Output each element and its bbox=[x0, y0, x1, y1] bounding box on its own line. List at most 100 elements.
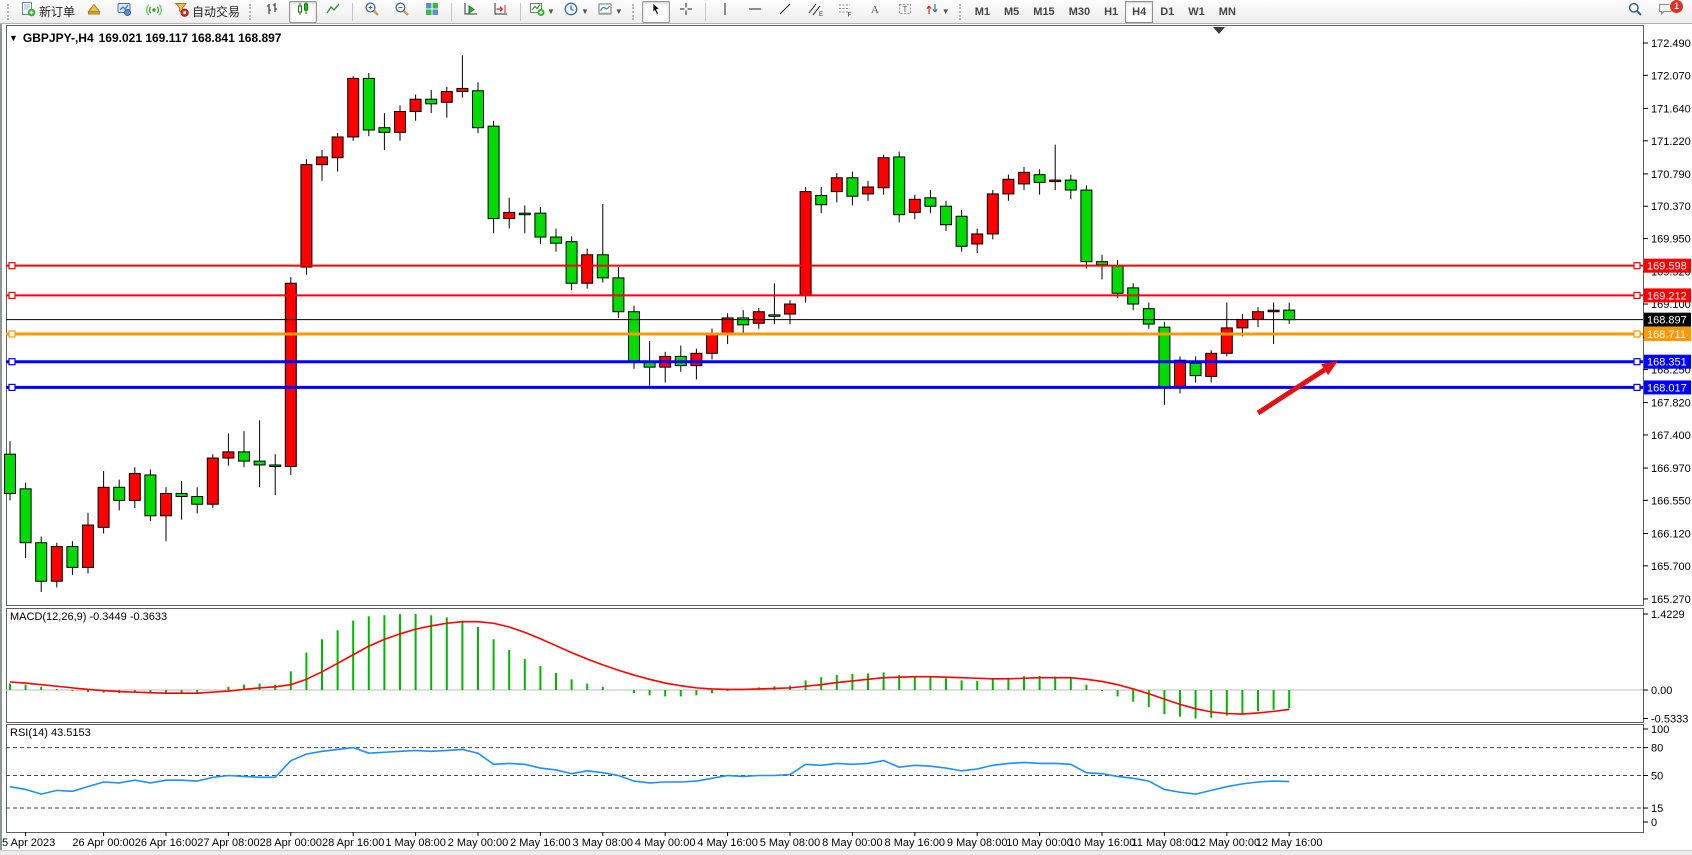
channel-icon: E bbox=[807, 1, 823, 22]
svg-text:26 Apr 16:00: 26 Apr 16:00 bbox=[135, 837, 197, 849]
toolbar-grip bbox=[632, 4, 636, 20]
chevron-down-icon[interactable]: ▼ bbox=[547, 7, 555, 16]
svg-text:100: 100 bbox=[1651, 724, 1669, 736]
chevron-down-icon[interactable]: ▼ bbox=[615, 7, 623, 16]
toolbar-grip bbox=[249, 4, 253, 20]
svg-text:167.820: 167.820 bbox=[1651, 398, 1691, 410]
fibonacci-icon: F bbox=[837, 1, 853, 22]
hline-button[interactable] bbox=[741, 1, 769, 23]
svg-text:170.370: 170.370 bbox=[1651, 201, 1691, 213]
crosshair-icon bbox=[678, 1, 694, 22]
svg-text:0.00: 0.00 bbox=[1651, 685, 1672, 697]
equidistant-channel-button[interactable]: E bbox=[801, 1, 829, 23]
svg-text:E: E bbox=[819, 12, 823, 17]
timeframe-d1-button[interactable]: D1 bbox=[1153, 1, 1181, 23]
templates-button[interactable]: ▼ bbox=[594, 1, 626, 23]
market-watch-button[interactable] bbox=[80, 1, 108, 23]
templates-icon bbox=[597, 1, 613, 22]
chevron-down-icon[interactable]: ▼ bbox=[942, 7, 950, 16]
svg-text:10 May 00:00: 10 May 00:00 bbox=[1006, 837, 1073, 849]
chart-shift-button[interactable] bbox=[487, 1, 515, 23]
svg-text:166.120: 166.120 bbox=[1651, 528, 1691, 540]
svg-text:1 May 08:00: 1 May 08:00 bbox=[385, 837, 446, 849]
toolbar-separator bbox=[352, 3, 353, 21]
bar-chart-icon bbox=[265, 1, 281, 22]
signals-button[interactable] bbox=[140, 1, 168, 23]
text-icon: A bbox=[867, 1, 883, 22]
zoom-out-button[interactable] bbox=[388, 1, 416, 23]
toolbar-right-cluster: 1 bbox=[1620, 1, 1680, 23]
notification-badge: 1 bbox=[1669, 0, 1684, 14]
data-window-icon bbox=[116, 1, 132, 22]
data-window-button[interactable] bbox=[110, 1, 138, 23]
periods-icon bbox=[563, 1, 579, 22]
timeframe-m1-button[interactable]: M1 bbox=[968, 1, 997, 23]
indicators-icon bbox=[529, 1, 545, 22]
autotrading-button[interactable]: 自动交易 bbox=[170, 1, 243, 23]
label-icon: T bbox=[897, 1, 913, 22]
svg-text:171.640: 171.640 bbox=[1651, 103, 1691, 115]
svg-text:4 May 16:00: 4 May 16:00 bbox=[697, 837, 758, 849]
svg-text:T: T bbox=[902, 5, 907, 14]
indicators-button[interactable]: ▼ bbox=[526, 1, 558, 23]
svg-text:8 May 00:00: 8 May 00:00 bbox=[822, 837, 883, 849]
timeframe-m15-button[interactable]: M15 bbox=[1026, 1, 1061, 23]
svg-text:26 Apr 00:00: 26 Apr 00:00 bbox=[72, 837, 134, 849]
zoom-out-icon bbox=[394, 1, 410, 22]
cursor-button[interactable] bbox=[642, 1, 670, 23]
svg-text:27 Apr 08:00: 27 Apr 08:00 bbox=[197, 837, 259, 849]
svg-text:167.400: 167.400 bbox=[1651, 430, 1691, 442]
auto-scroll-button[interactable] bbox=[457, 1, 485, 23]
svg-text:F: F bbox=[847, 12, 851, 18]
periods-button[interactable]: ▼ bbox=[560, 1, 592, 23]
chevron-down-icon[interactable]: ▼ bbox=[581, 7, 589, 16]
svg-text:166.970: 166.970 bbox=[1651, 463, 1691, 475]
svg-text:169.212: 169.212 bbox=[1647, 290, 1687, 302]
svg-text:11 May 08:00: 11 May 08:00 bbox=[1131, 837, 1197, 849]
text-label-button[interactable]: T bbox=[891, 1, 919, 23]
line-chart-button[interactable] bbox=[319, 1, 347, 23]
fibonacci-button[interactable]: F bbox=[831, 1, 859, 23]
arrows-button[interactable]: ▼ bbox=[921, 1, 953, 23]
bar-chart-button[interactable] bbox=[259, 1, 287, 23]
candle-chart-button[interactable] bbox=[289, 1, 317, 23]
svg-text:165.270: 165.270 bbox=[1651, 594, 1691, 606]
svg-text:28 Apr 00:00: 28 Apr 00:00 bbox=[260, 837, 322, 849]
svg-text:169.598: 169.598 bbox=[1647, 261, 1687, 273]
new-order-icon bbox=[20, 1, 36, 22]
chart-dropdown-icon[interactable]: ▼ bbox=[9, 33, 18, 43]
timeframe-m5-button[interactable]: M5 bbox=[997, 1, 1026, 23]
toolbar-grip bbox=[7, 4, 11, 20]
chart-title-row: ▼ GBPJPY-,H4 169.021 169.117 168.841 168… bbox=[9, 31, 281, 45]
new-order-button[interactable]: 新订单 bbox=[17, 1, 78, 23]
zoom-in-button[interactable] bbox=[358, 1, 386, 23]
crosshair-button[interactable] bbox=[672, 1, 700, 23]
svg-text:171.220: 171.220 bbox=[1651, 136, 1691, 148]
timeframe-h1-button[interactable]: H1 bbox=[1097, 1, 1125, 23]
svg-text:12 May 00:00: 12 May 00:00 bbox=[1193, 837, 1260, 849]
trendline-button[interactable] bbox=[771, 1, 799, 23]
chart-canvas[interactable]: 172.490172.070171.640171.220170.790170.3… bbox=[0, 0, 1692, 855]
tile-windows-icon bbox=[424, 1, 440, 22]
hline-icon bbox=[747, 1, 763, 22]
timeframe-mn-button[interactable]: MN bbox=[1212, 1, 1243, 23]
svg-text:50: 50 bbox=[1651, 771, 1663, 783]
vline-button[interactable] bbox=[711, 1, 739, 23]
timeframe-h4-button[interactable]: H4 bbox=[1125, 1, 1153, 23]
rsi-indicator-label: RSI(14) 43.5153 bbox=[10, 727, 91, 739]
svg-text:166.550: 166.550 bbox=[1651, 495, 1691, 507]
timeframe-m30-button[interactable]: M30 bbox=[1062, 1, 1097, 23]
window-bottom-edge bbox=[0, 850, 1692, 855]
toolbar-grip bbox=[959, 4, 963, 20]
svg-text:165.700: 165.700 bbox=[1651, 561, 1691, 573]
search-button[interactable] bbox=[1621, 1, 1649, 23]
text-button[interactable]: A bbox=[861, 1, 889, 23]
arrows-icon bbox=[924, 1, 940, 22]
notifications-button[interactable]: 1 bbox=[1651, 1, 1679, 23]
tile-windows-button[interactable] bbox=[418, 1, 446, 23]
svg-text:168.711: 168.711 bbox=[1647, 329, 1686, 341]
svg-text:2 May 00:00: 2 May 00:00 bbox=[448, 837, 509, 849]
svg-text:4 May 00:00: 4 May 00:00 bbox=[635, 837, 696, 849]
timeframe-w1-button[interactable]: W1 bbox=[1181, 1, 1212, 23]
autotrading-button-label: 自动交易 bbox=[192, 3, 240, 20]
